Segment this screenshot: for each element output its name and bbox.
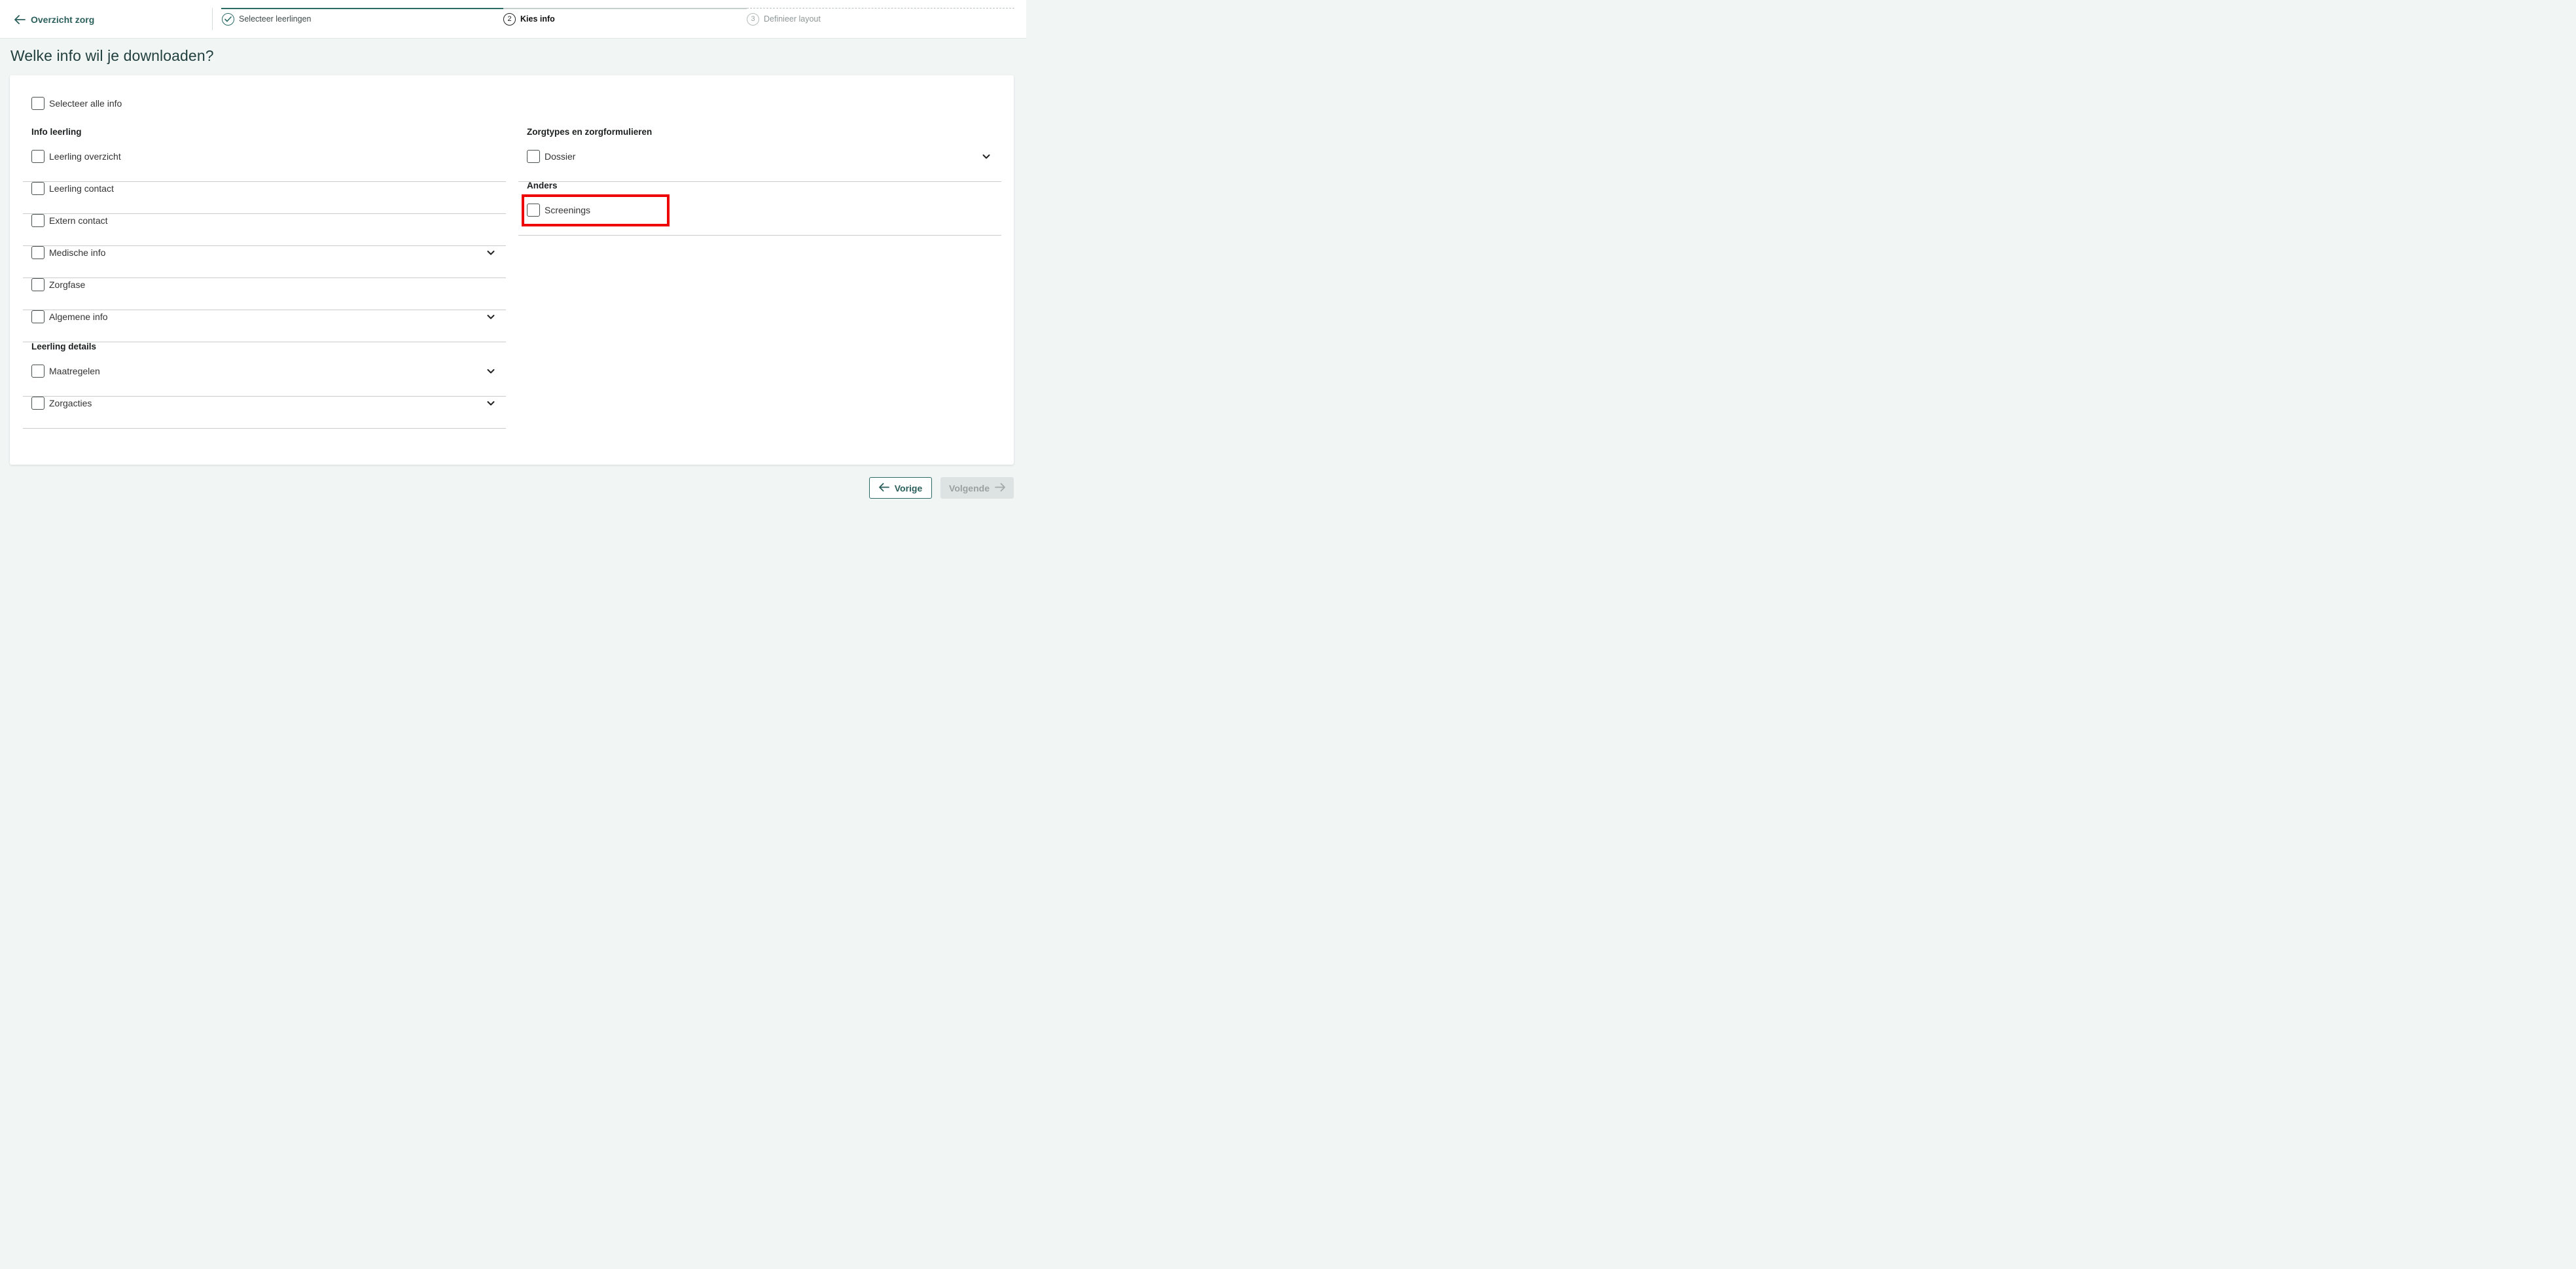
option-row: Screenings — [518, 204, 1001, 236]
option-checkbox[interactable] — [31, 310, 45, 323]
page-title: Welke info wil je downloaden? — [10, 47, 214, 64]
option-checkbox-row[interactable]: Algemene info — [31, 310, 108, 323]
next-button-label: Volgende — [949, 482, 990, 493]
option-row: Leerling overzicht — [23, 150, 506, 182]
check-circle-icon — [222, 12, 234, 26]
option-label: Zorgfase — [49, 279, 86, 290]
section-heading-leerling-details: Leerling details — [31, 342, 97, 351]
option-checkbox[interactable] — [527, 204, 540, 217]
option-checkbox-row[interactable]: Leerling overzicht — [31, 150, 121, 163]
back-link-label: Overzicht zorg — [31, 14, 95, 25]
select-all-checkbox-row[interactable]: Selecteer alle info — [31, 97, 122, 110]
select-all-label: Selecteer alle info — [49, 98, 122, 109]
step-label: Definieer layout — [764, 14, 821, 24]
option-checkbox[interactable] — [31, 182, 45, 195]
stepper-progress-done — [221, 8, 503, 9]
option-label: Screenings — [545, 205, 591, 215]
option-row: Medische info — [23, 246, 506, 278]
arrow-right-icon — [995, 482, 1005, 493]
option-label: Maatregelen — [49, 366, 100, 376]
option-checkbox[interactable] — [31, 246, 45, 259]
option-checkbox[interactable] — [31, 365, 45, 378]
option-checkbox-row[interactable]: Dossier — [527, 150, 575, 163]
section-heading-anders: Anders — [527, 181, 558, 190]
option-label: Zorgacties — [49, 398, 92, 408]
option-checkbox-row[interactable]: Leerling contact — [31, 182, 114, 195]
option-row: Extern contact — [23, 214, 506, 246]
arrow-left-icon — [878, 482, 889, 493]
back-to-overview-link[interactable]: Overzicht zorg — [14, 12, 94, 27]
chevron-down-icon[interactable] — [486, 312, 495, 321]
option-row: Zorgacties — [23, 397, 506, 429]
option-label: Leerling overzicht — [49, 151, 121, 162]
top-bar: Overzicht zorg Selecteer leerlingen 2 Ki… — [0, 0, 1026, 39]
option-row: Maatregelen — [23, 365, 506, 397]
option-checkbox[interactable] — [31, 150, 45, 163]
option-checkbox-row[interactable]: Screenings — [527, 204, 590, 217]
info-selection-card: Selecteer alle info Info leerling Leerli… — [10, 75, 1014, 465]
chevron-down-icon[interactable] — [982, 152, 991, 161]
option-label: Leerling contact — [49, 183, 114, 194]
option-label: Extern contact — [49, 215, 108, 226]
option-checkbox[interactable] — [31, 397, 45, 410]
option-label: Medische info — [49, 247, 106, 258]
step-number: 2 — [503, 12, 516, 26]
option-label: Algemene info — [49, 312, 108, 322]
option-checkbox-row[interactable]: Extern contact — [31, 214, 108, 227]
topbar-divider — [212, 8, 213, 30]
option-row: Algemene info — [23, 310, 506, 342]
option-checkbox[interactable] — [31, 214, 45, 227]
step-label: Kies info — [520, 14, 555, 24]
step-label: Selecteer leerlingen — [239, 14, 312, 24]
step-select-students[interactable]: Selecteer leerlingen — [222, 12, 312, 26]
next-button[interactable]: Volgende — [940, 477, 1014, 499]
chevron-down-icon[interactable] — [486, 248, 495, 257]
step-number: 3 — [747, 12, 759, 26]
arrow-left-icon — [14, 15, 26, 24]
section-heading-info-leerling: Info leerling — [31, 127, 82, 137]
previous-button[interactable]: Vorige — [869, 477, 932, 499]
option-checkbox[interactable] — [527, 150, 540, 163]
section-heading-zorgtypes: Zorgtypes en zorgformulieren — [527, 127, 653, 137]
previous-button-label: Vorige — [894, 482, 923, 493]
stepper-progress-todo — [747, 8, 1014, 9]
chevron-down-icon[interactable] — [486, 366, 495, 376]
option-checkbox[interactable] — [31, 278, 45, 291]
step-choose-info: 2 Kies info — [503, 12, 555, 26]
option-checkbox-row[interactable]: Zorgacties — [31, 397, 92, 410]
option-checkbox-row[interactable]: Maatregelen — [31, 365, 100, 378]
option-label: Dossier — [545, 151, 576, 162]
option-row: Dossier — [518, 150, 1001, 182]
option-checkbox-row[interactable]: Zorgfase — [31, 278, 85, 291]
chevron-down-icon[interactable] — [486, 399, 495, 408]
option-checkbox-row[interactable]: Medische info — [31, 246, 105, 259]
option-row: Zorgfase — [23, 278, 506, 310]
option-row: Leerling contact — [23, 182, 506, 214]
stepper-progress-active — [503, 8, 747, 9]
select-all-checkbox[interactable] — [31, 97, 45, 110]
step-define-layout: 3 Definieer layout — [747, 12, 821, 26]
